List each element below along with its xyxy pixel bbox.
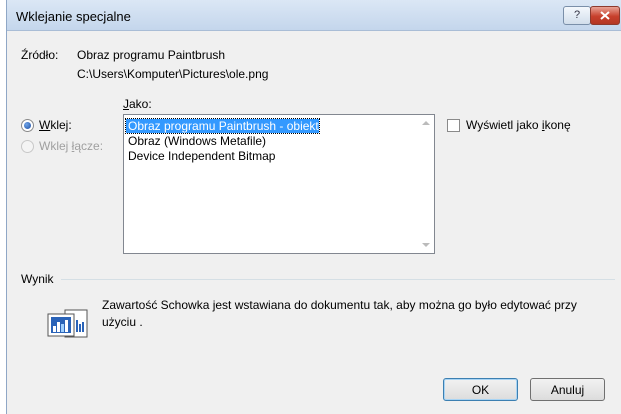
display-as-icon-checkbox[interactable] (447, 118, 460, 132)
embedded-object-icon (47, 309, 88, 338)
close-button[interactable] (590, 6, 620, 25)
paste-radio[interactable] (21, 118, 34, 132)
format-list-scrollbar[interactable] (419, 115, 434, 253)
paste-radio-option[interactable]: Wklej: (21, 117, 72, 133)
close-icon (600, 11, 610, 20)
cancel-button[interactable]: Anuluj (530, 378, 605, 401)
source-value: Obraz programu Paintbrush (77, 48, 226, 62)
paste-link-radio-option: Wklej łącze: (21, 138, 103, 154)
help-button[interactable]: ? (563, 6, 591, 25)
paste-special-dialog: Wklejanie specjalne ? Źródło: Obraz prog… (6, 0, 621, 414)
ok-button[interactable]: OK (443, 378, 518, 401)
result-divider (61, 279, 615, 280)
scroll-down-arrow-icon[interactable] (422, 243, 430, 247)
display-as-icon-option[interactable]: Wyświetl jako ikonę (447, 118, 571, 132)
help-icon: ? (573, 9, 581, 21)
source-path: C:\Users\Komputer\Pictures\ole.png (77, 67, 269, 81)
window-title: Wklejanie specjalne (16, 9, 131, 24)
format-item-dib[interactable]: Device Independent Bitmap (126, 149, 275, 163)
format-item-windows-metafile[interactable]: Obraz (Windows Metafile) (126, 134, 266, 148)
title-bar[interactable]: Wklejanie specjalne ? (7, 0, 621, 31)
as-label: Jako: (123, 97, 152, 111)
display-as-icon-label: Wyświetl jako ikonę (466, 118, 571, 132)
source-label: Źródło: (21, 48, 59, 62)
paste-radio-label: Wklej: (39, 118, 72, 132)
format-listbox[interactable]: Obraz programu Paintbrush - obiekt Obraz… (123, 114, 435, 254)
result-description: Zawartość Schowka jest wstawiana do doku… (102, 298, 577, 329)
scroll-up-arrow-icon[interactable] (422, 121, 430, 125)
result-section-label: Wynik (21, 272, 54, 286)
paste-link-radio-label: Wklej łącze: (39, 139, 104, 153)
paste-link-radio (21, 139, 34, 153)
format-item-paintbrush-object[interactable]: Obraz programu Paintbrush - obiekt (125, 118, 320, 134)
